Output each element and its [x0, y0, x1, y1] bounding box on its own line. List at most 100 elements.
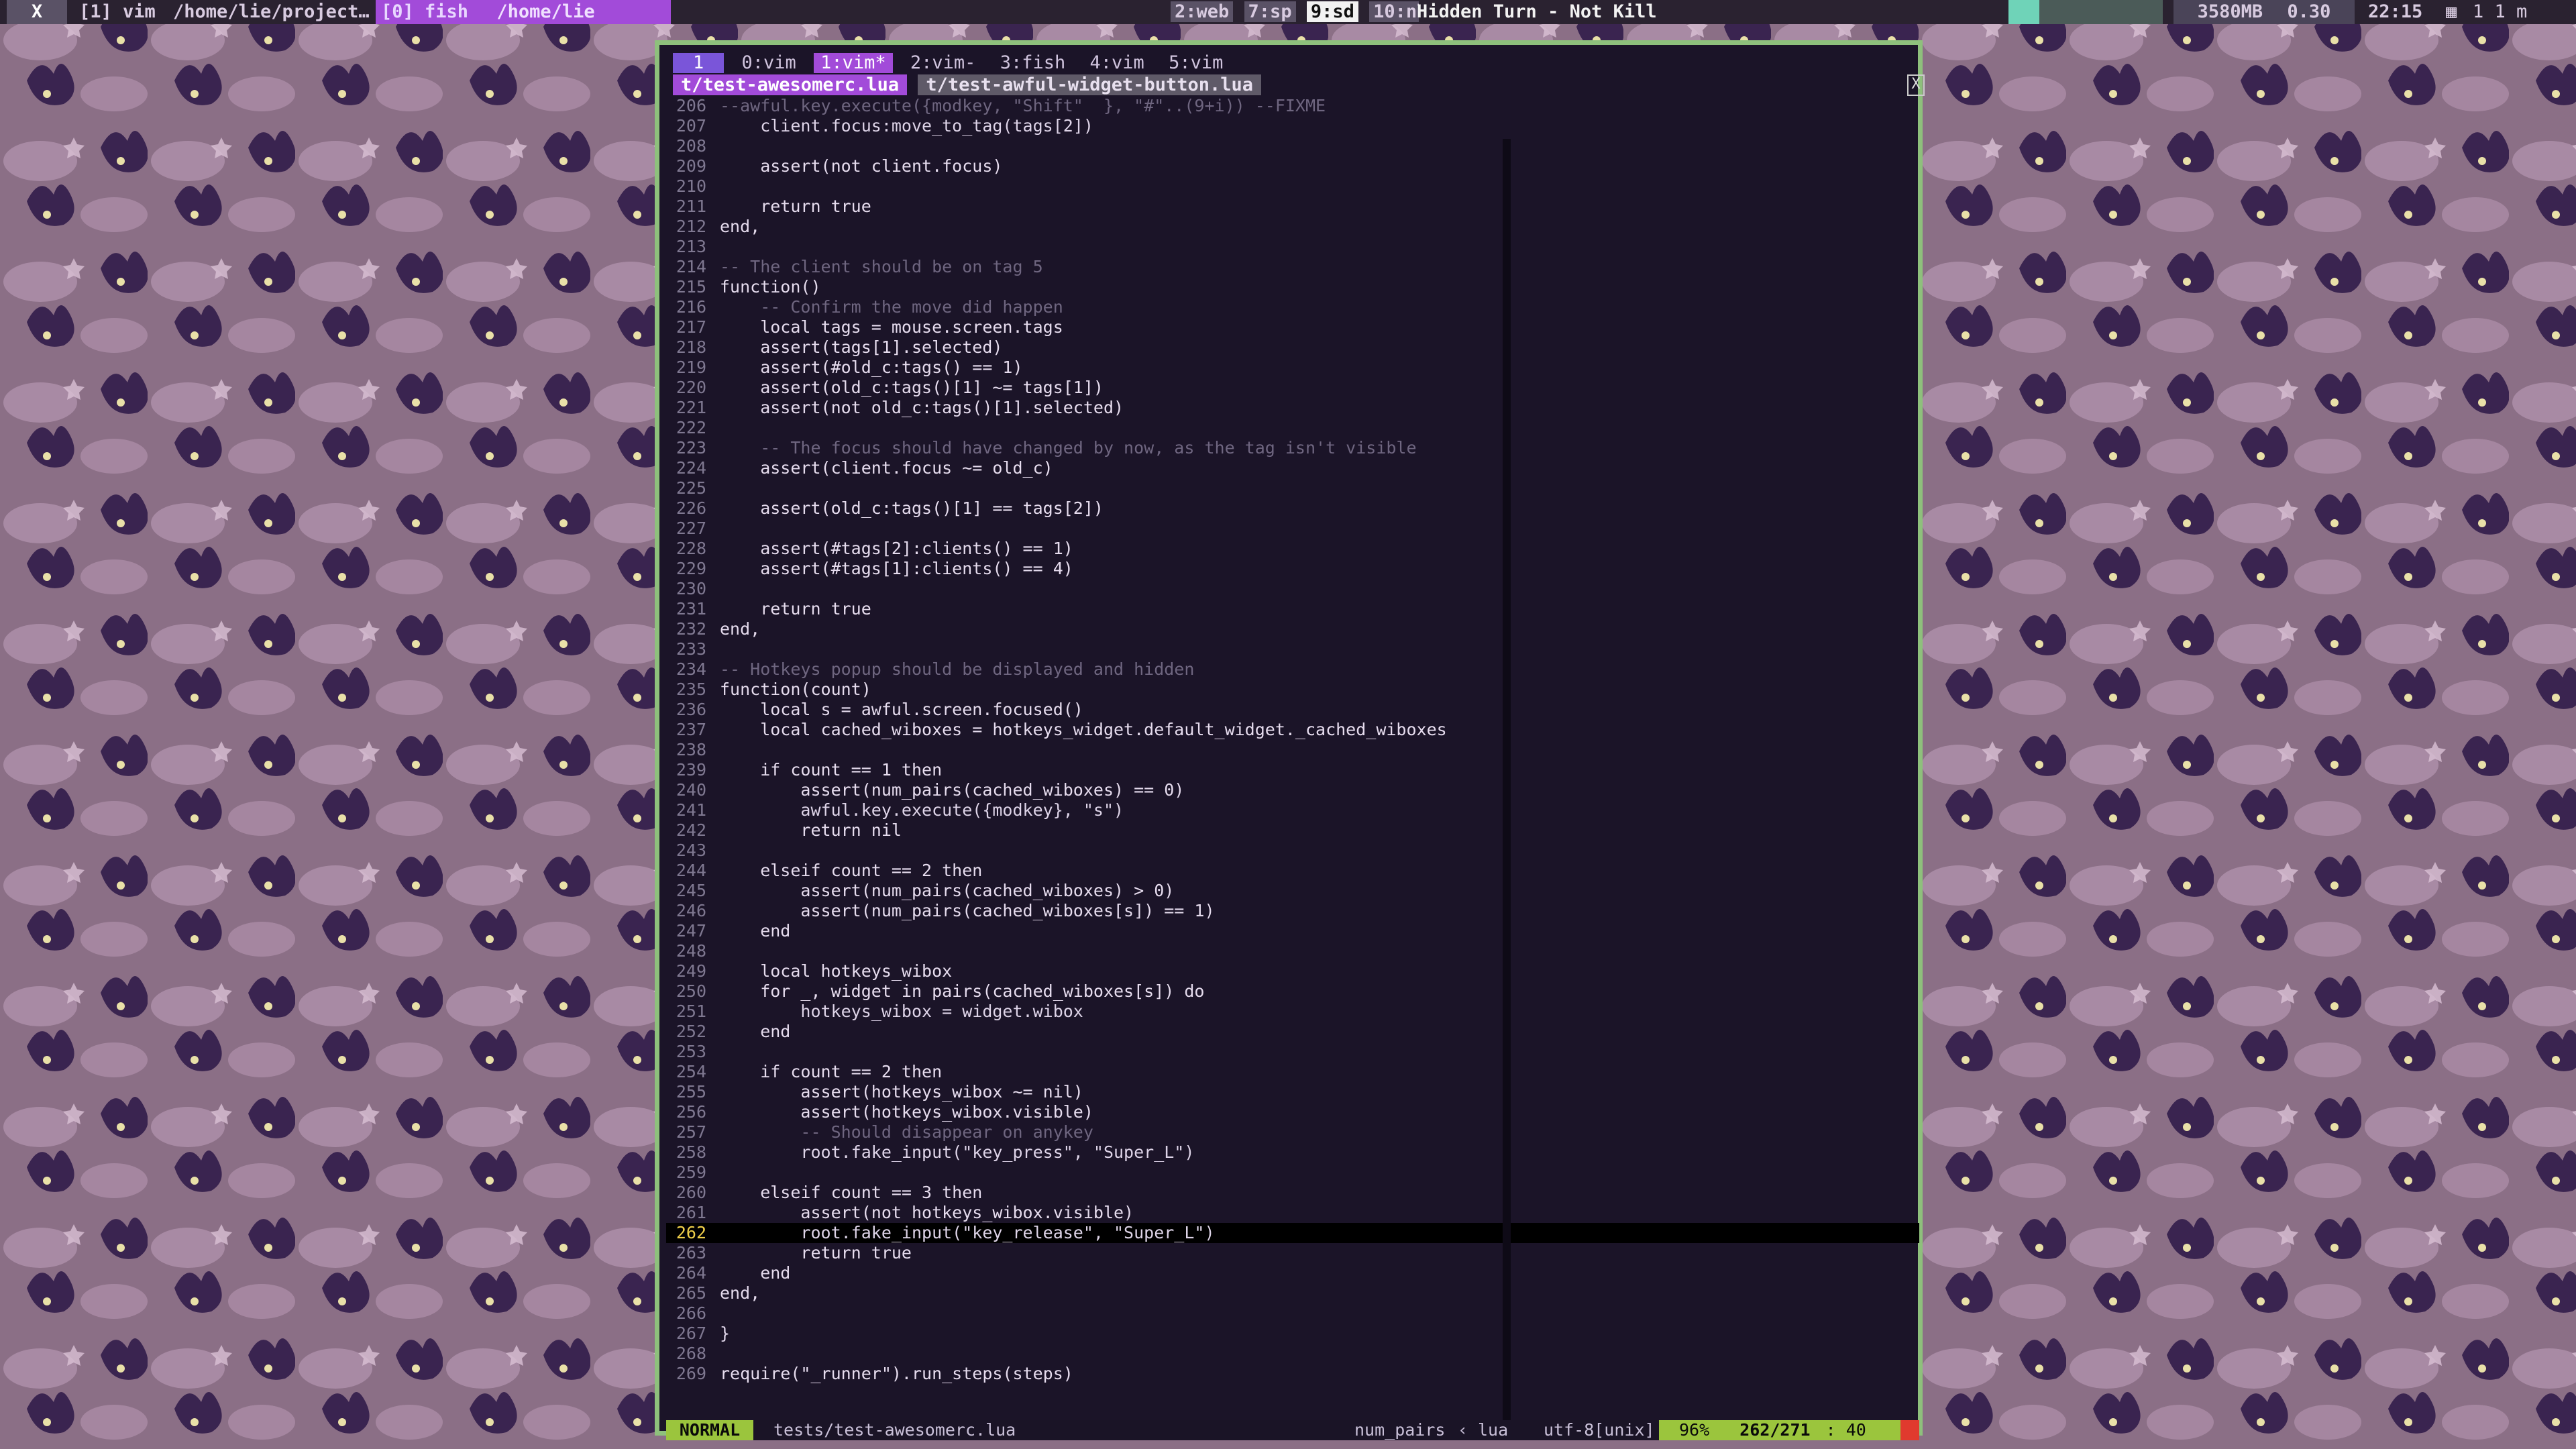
code-line[interactable]: 263 return true	[666, 1243, 1919, 1263]
code-line[interactable]: 221 assert(not old_c:tags()[1].selected)	[666, 398, 1919, 418]
code-line[interactable]: 250 for _, widget in pairs(cached_wiboxe…	[666, 981, 1919, 1002]
terminal-window[interactable]: 1 0:vim 1:vim* 2:vim- 3:fish 4:vim 5:vim…	[655, 40, 1925, 1440]
buffer-tab[interactable]: t/test-awful-widget-button.lua	[918, 74, 1262, 95]
code-line[interactable]: 265 end,	[666, 1283, 1919, 1303]
code-line[interactable]: 214 -- The client should be on tag 5	[666, 257, 1919, 277]
code-line[interactable]: 269 require("_runner").run_steps(steps)	[666, 1364, 1919, 1384]
code-line[interactable]: 233	[666, 639, 1919, 659]
code-line[interactable]: 254 if count == 2 then	[666, 1062, 1919, 1082]
workspace-tag[interactable]: 10:nl	[1369, 1, 1419, 22]
code-line[interactable]: 244 elseif count == 2 then	[666, 861, 1919, 881]
code-line[interactable]: 224 assert(client.focus ~= old_c)	[666, 458, 1919, 478]
buffer-tab-active[interactable]: t/test-awesomerc.lua	[673, 74, 908, 95]
code-line[interactable]: 216 -- Confirm the move did happen	[666, 297, 1919, 317]
code-line[interactable]: 225	[666, 478, 1919, 498]
line-text: function(count)	[720, 680, 871, 699]
line-number: 241	[676, 800, 706, 820]
code-line[interactable]: 257 -- Should disappear on anykey	[666, 1122, 1919, 1142]
code-line[interactable]: 243	[666, 841, 1919, 861]
code-line[interactable]: 232 end,	[666, 619, 1919, 639]
code-line[interactable]: 218 assert(tags[1].selected)	[666, 337, 1919, 358]
code-line[interactable]: 262 root.fake_input("key_release", "Supe…	[666, 1223, 1919, 1243]
line-number: 208	[676, 136, 706, 156]
code-line[interactable]: 229 assert(#tags[1]:clients() == 4)	[666, 559, 1919, 579]
code-editor[interactable]: 206 --awful.key.execute({modkey, "Shift" …	[666, 96, 1919, 1424]
code-line[interactable]: 213	[666, 237, 1919, 257]
code-line[interactable]: 236 local s = awful.screen.focused()	[666, 700, 1919, 720]
code-line[interactable]: 251 hotkeys_wibox = widget.wibox	[666, 1002, 1919, 1022]
code-line[interactable]: 256 assert(hotkeys_wibox.visible)	[666, 1102, 1919, 1122]
tmux-window-bar: 1 0:vim 1:vim* 2:vim- 3:fish 4:vim 5:vim	[673, 53, 1230, 73]
code-line[interactable]: 228 assert(#tags[2]:clients() == 1)	[666, 539, 1919, 559]
code-line[interactable]: 222	[666, 418, 1919, 438]
code-line[interactable]: 239 if count == 1 then	[666, 760, 1919, 780]
code-line[interactable]: 219 assert(#old_c:tags() == 1)	[666, 358, 1919, 378]
code-line[interactable]: 237 local cached_wiboxes = hotkeys_widge…	[666, 720, 1919, 740]
line-number: 216	[676, 297, 706, 317]
line-text: awful.key.execute({modkey}, "s")	[720, 800, 1124, 820]
line-number: 211	[676, 197, 706, 216]
tmux-window-tab-active[interactable]: 1:vim*	[814, 53, 893, 73]
code-line[interactable]: 226 assert(old_c:tags()[1] == tags[2])	[666, 498, 1919, 519]
line-text: assert(hotkeys_wibox.visible)	[720, 1102, 1093, 1122]
tmux-window-tab[interactable]: 0:vim	[735, 53, 803, 73]
layout-icon[interactable]: ▦	[2446, 0, 2466, 24]
tmux-window-tab[interactable]: 5:vim	[1162, 53, 1230, 73]
code-line[interactable]: 238	[666, 740, 1919, 760]
code-line[interactable]: 259	[666, 1163, 1919, 1183]
close-buffer-button[interactable]: X	[1907, 74, 1925, 96]
tmux-window-tab[interactable]: 3:fish	[994, 53, 1073, 73]
code-line[interactable]: 231 return true	[666, 599, 1919, 619]
code-line[interactable]: 208	[666, 136, 1919, 156]
code-line[interactable]: 249 local hotkeys_wibox	[666, 961, 1919, 981]
code-line[interactable]: 252 end	[666, 1022, 1919, 1042]
code-line[interactable]: 268	[666, 1344, 1919, 1364]
code-line[interactable]: 245 assert(num_pairs(cached_wiboxes) > 0…	[666, 881, 1919, 901]
code-line[interactable]: 261 assert(not hotkeys_wibox.visible)	[666, 1203, 1919, 1223]
code-line[interactable]: 260 elseif count == 3 then	[666, 1183, 1919, 1203]
tmux-window-tab[interactable]: 4:vim	[1083, 53, 1151, 73]
code-line[interactable]: 266	[666, 1303, 1919, 1324]
code-line[interactable]: 264 end	[666, 1263, 1919, 1283]
code-line[interactable]: 206 --awful.key.execute({modkey, "Shift" …	[666, 96, 1919, 116]
code-line[interactable]: 240 assert(num_pairs(cached_wiboxes) == …	[666, 780, 1919, 800]
code-line[interactable]: 267}	[666, 1324, 1919, 1344]
code-line[interactable]: 235 function(count)	[666, 680, 1919, 700]
code-line[interactable]: 227	[666, 519, 1919, 539]
vertical-split-divider[interactable]	[1503, 139, 1511, 1427]
code-line[interactable]: 241 awful.key.execute({modkey}, "s")	[666, 800, 1919, 820]
code-line[interactable]: 255 assert(hotkeys_wibox ~= nil)	[666, 1082, 1919, 1102]
line-number: 260	[676, 1183, 706, 1202]
code-line[interactable]: 242 return nil	[666, 820, 1919, 841]
workspace-tag-active[interactable]: 9:sd	[1306, 1, 1358, 22]
code-line[interactable]: 246 assert(num_pairs(cached_wiboxes[s]) …	[666, 901, 1919, 921]
code-line[interactable]: 212 end,	[666, 217, 1919, 237]
code-line[interactable]: 210	[666, 176, 1919, 197]
code-line[interactable]: 223 -- The focus should have changed by …	[666, 438, 1919, 458]
tray-text: 1 1 m	[2473, 1, 2528, 22]
line-number: 225	[676, 478, 706, 498]
code-line[interactable]: 253	[666, 1042, 1919, 1062]
code-line[interactable]: 248	[666, 941, 1919, 961]
code-line[interactable]: 217 local tags = mouse.screen.tags	[666, 317, 1919, 337]
code-line[interactable]: 211 return true	[666, 197, 1919, 217]
code-line[interactable]: 209 assert(not client.focus)	[666, 156, 1919, 176]
line-text: -- Confirm the move did happen	[720, 297, 1063, 317]
workspace-tag[interactable]: 7:sp	[1244, 1, 1296, 22]
chevron-left-icon: ‹	[1458, 1420, 1468, 1440]
code-line[interactable]: 215 function()	[666, 277, 1919, 297]
line-number: 238	[676, 740, 706, 759]
workspace-tag[interactable]: 2:web	[1171, 1, 1234, 22]
code-line[interactable]: 234 -- Hotkeys popup should be displayed …	[666, 659, 1919, 680]
code-line[interactable]: 207 client.focus:move_to_tag(tags[2])	[666, 116, 1919, 136]
code-line[interactable]: 230	[666, 579, 1919, 599]
line-number: 240	[676, 780, 706, 800]
line-number: 244	[676, 861, 706, 880]
line-text: local cached_wiboxes = hotkeys_widget.de…	[720, 720, 1447, 739]
code-line[interactable]: 220 assert(old_c:tags()[1] ~= tags[1])	[666, 378, 1919, 398]
code-line[interactable]: 247 end	[666, 921, 1919, 941]
tmux-window-label: [1] vim	[79, 1, 156, 22]
close-tag-button[interactable]: X	[7, 0, 67, 24]
code-line[interactable]: 258 root.fake_input("key_press", "Super_…	[666, 1142, 1919, 1163]
tmux-window-tab[interactable]: 2:vim-	[904, 53, 983, 73]
